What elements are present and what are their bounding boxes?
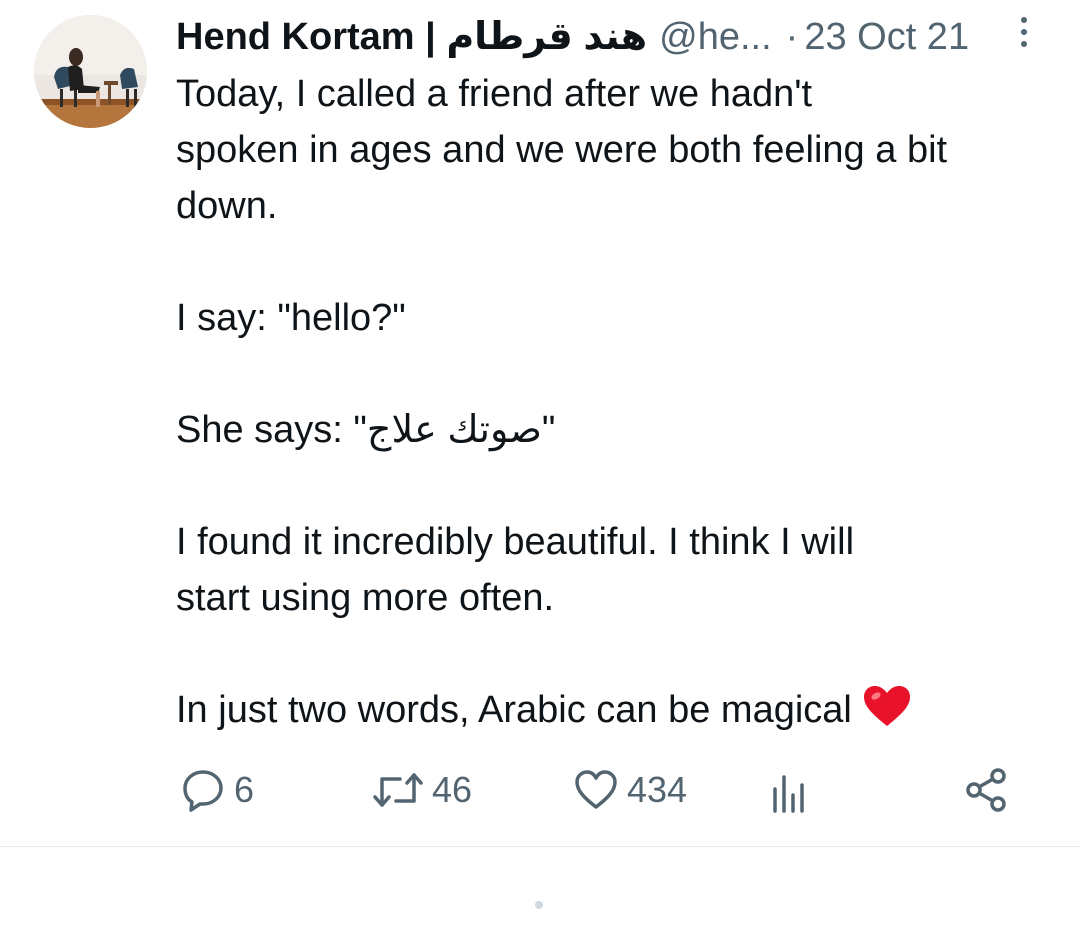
- like-button[interactable]: 434: [573, 760, 687, 820]
- views-chart-icon: [773, 775, 804, 813]
- tweet-last-line: In just two words, Arabic can be magical: [176, 682, 1056, 744]
- red-heart-emoji-icon: [862, 684, 912, 744]
- tweet-paragraph: I say: "hello?": [176, 297, 406, 339]
- separator-dot: ·: [785, 16, 799, 58]
- avatar[interactable]: [34, 15, 147, 128]
- retweet-button[interactable]: 46: [372, 760, 472, 820]
- retweet-count: 46: [432, 769, 473, 810]
- page-indicator-dot: [535, 901, 543, 909]
- tweet-header: Hend Kortam | هند قرطام @he... · 23 Oct …: [176, 12, 1056, 62]
- reply-icon: [183, 770, 223, 812]
- share-icon: [966, 768, 1006, 812]
- display-name[interactable]: Hend Kortam | هند قرطام: [176, 12, 647, 62]
- tweet-paragraph: Today, I called a friend after we hadn't…: [176, 73, 948, 227]
- reply-button[interactable]: 6: [180, 760, 254, 820]
- tweet-paragraph: In just two words, Arabic can be magical: [176, 689, 852, 731]
- more-vertical-icon: [1021, 17, 1027, 47]
- tweet-paragraph: She says: "صوتك علاج": [176, 409, 556, 451]
- profile-photo: [34, 15, 147, 128]
- tweet-date[interactable]: 23 Oct 21: [804, 12, 969, 62]
- tweet-paragraph: I found it incredibly beautiful. I think…: [176, 521, 855, 619]
- handle[interactable]: @he...: [659, 12, 772, 62]
- share-button[interactable]: [962, 760, 1010, 820]
- tweet-text: Today, I called a friend after we hadn't…: [176, 66, 1056, 744]
- heart-icon: [575, 770, 617, 809]
- reply-count: 6: [234, 769, 255, 810]
- retweet-icon: [373, 773, 423, 807]
- tweet[interactable]: Hend Kortam | هند قرطام @he... · 23 Oct …: [0, 0, 1080, 847]
- like-count: 434: [627, 769, 688, 810]
- views-button[interactable]: [768, 760, 812, 820]
- more-options-button[interactable]: [1006, 12, 1042, 52]
- tweet-actions: 6 46 434: [0, 760, 1080, 820]
